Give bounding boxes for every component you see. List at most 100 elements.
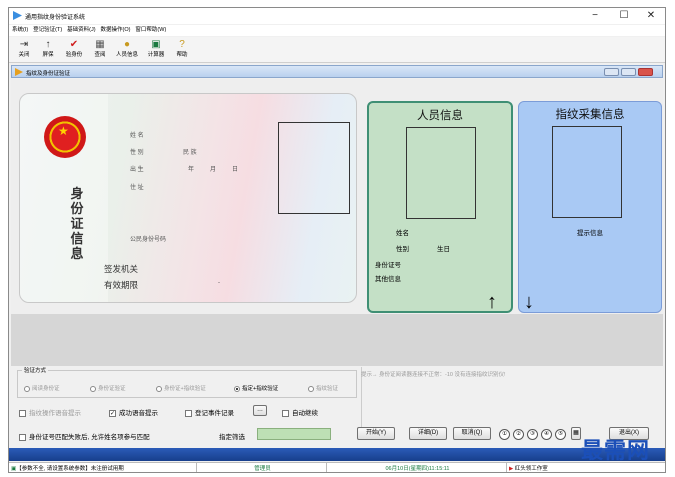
tool-label: 帮助	[176, 52, 188, 58]
name-label: 姓 名	[130, 133, 144, 139]
child-window-title: 指纹及身份证验证	[26, 71, 71, 77]
person-gender-label: 性别	[396, 246, 409, 253]
child-close-button[interactable]	[638, 68, 653, 76]
person-info-heading: 人员信息	[417, 108, 463, 122]
exit-icon: ⇥	[19, 39, 29, 50]
status-studio-text: 红头领工作室	[514, 466, 548, 472]
tool-label: 查阅	[94, 52, 106, 58]
menu-basic-data[interactable]: 基础资料(J)	[67, 25, 95, 36]
address-label: 住 址	[130, 185, 144, 191]
checkbox-label: 指纹操作语音提示	[29, 410, 81, 417]
minimize-button[interactable]: −	[583, 9, 607, 23]
gender-label: 性 别	[130, 150, 144, 156]
person-name-label: 姓名	[396, 230, 409, 237]
log-events-checkbox[interactable]: 登记事件记录	[185, 407, 234, 417]
help-tool-button[interactable]: ? 帮助	[171, 39, 193, 61]
specify-filter-input[interactable]	[257, 428, 331, 440]
fingerprint-image-frame	[552, 126, 622, 218]
auto-continue-checkbox[interactable]: 自动继续	[282, 407, 318, 417]
toolbar: ⇥ 关闭 ↑ 屏保 ✔ 验身份 ▦ 查阅 ● 人员信息 ▣ 计算器 ? 帮助	[9, 37, 665, 63]
id-card-panel: ★ 身份证信息 姓 名 性 别 民 族 出 生 年 月 日 住 址 公民身份号码…	[19, 93, 357, 303]
specify-filter-label: 指定筛选	[219, 434, 245, 441]
status-studio: ▶ 红头领工作室	[507, 463, 665, 472]
screensaver-icon: ↑	[45, 39, 51, 50]
child-window-icon	[15, 68, 23, 76]
menu-window-help[interactable]: 窗口帮助(W)	[135, 25, 166, 36]
id-card-title: 身份证信息	[70, 187, 84, 262]
menu-system[interactable]: 系统(I)	[12, 25, 28, 36]
verify-id-tool-button[interactable]: ✔ 验身份	[61, 39, 87, 61]
radio-fingerprint[interactable]: 指纹验证	[308, 384, 338, 392]
window-title: 通用指纹身份验证系统	[25, 15, 86, 21]
radio-specify-fingerprint[interactable]: 指定+指纹验证	[234, 384, 278, 392]
checkbox-label: 自动继续	[292, 410, 318, 417]
app-window: 通用指纹身份验证系统 − ☐ ✕ 系统(I) 登记验证(T) 基础资料(J) 数…	[8, 7, 666, 473]
id-photo-frame	[278, 122, 350, 214]
radio-read-id[interactable]: 阅读身份证	[24, 384, 60, 392]
radio-label: 阅读身份证	[32, 386, 60, 392]
slot-3-button[interactable]: ③	[527, 429, 538, 440]
slot-1-button[interactable]: ①	[499, 429, 510, 440]
radio-label: 身份证+指纹验证	[164, 386, 206, 392]
status-bar: ▣【参数不全, 请设置系统参数】未注册试用期 管理员 06月10日(星期四)11…	[9, 462, 665, 472]
status-params: ▣【参数不全, 请设置系统参数】未注册试用期	[9, 463, 197, 472]
screensaver-tool-button[interactable]: ↑ 屏保	[37, 39, 59, 61]
lookup-tool-button[interactable]: ▦ 查阅	[89, 39, 111, 61]
help-icon: ?	[179, 39, 185, 50]
slot-5-button[interactable]: ⑤	[555, 429, 566, 440]
cancel-button[interactable]: 取消(Q)	[453, 427, 491, 440]
radio-label: 身份证验证	[98, 386, 126, 392]
slot-2-button[interactable]: ②	[513, 429, 524, 440]
valid-period-label: 有效期限	[104, 280, 139, 290]
tool-label: 人员信息	[115, 52, 138, 58]
checkbox-label: 成功语音提示	[119, 410, 158, 417]
start-button[interactable]: 开始(Y)	[357, 427, 395, 440]
tool-label: 关闭	[18, 52, 30, 58]
status-user: 管理员	[197, 463, 327, 472]
radio-id-verify[interactable]: 身份证验证	[90, 384, 126, 392]
tool-label: 屏保	[42, 52, 54, 58]
grid-toggle-button[interactable]: ▦	[571, 427, 581, 440]
child-restore-button[interactable]	[621, 68, 636, 76]
grid-icon: ▦	[95, 39, 105, 50]
fingerprint-heading: 指纹采集信息	[555, 107, 625, 121]
voice-prompt-checkbox[interactable]: 指纹操作语音提示	[19, 407, 81, 417]
log-browse-button[interactable]: …	[253, 405, 267, 416]
menu-bar: 系统(I) 登记验证(T) 基础资料(J) 数据操作(O) 窗口帮助(W)	[9, 25, 665, 36]
radio-label: 指纹验证	[316, 386, 339, 392]
allow-name-match-checkbox[interactable]: 身份证号匹配失败后, 允许姓名项参与匹配	[19, 431, 150, 441]
close-button[interactable]: ✕	[639, 9, 663, 23]
menu-data-ops[interactable]: 数据操作(O)	[101, 25, 131, 36]
fingerprint-hint-label: 提示信息	[577, 230, 603, 237]
checkbox-label: 身份证号匹配失败后, 允许姓名项参与匹配	[29, 434, 150, 441]
calculator-tool-button[interactable]: ▣ 计算器	[143, 39, 169, 61]
menu-register-verify[interactable]: 登记验证(T)	[33, 25, 62, 36]
verify-mode-legend: 验证方式	[22, 366, 49, 374]
radio-id-fingerprint[interactable]: 身份证+指纹验证	[156, 384, 206, 392]
maximize-button[interactable]: ☐	[612, 9, 636, 23]
fingerprint-panel: 指纹采集信息 提示信息	[518, 101, 662, 313]
day-label: 日	[232, 167, 239, 173]
radio-label: 指定+指纹验证	[242, 386, 279, 392]
arrow-down-icon: ↓	[524, 291, 534, 313]
child-minimize-button[interactable]	[604, 68, 619, 76]
person-other-label: 其他信息	[375, 276, 401, 283]
tool-label: 计算器	[147, 52, 165, 58]
month-label: 月	[210, 167, 217, 173]
close-tool-button[interactable]: ⇥ 关闭	[13, 39, 35, 61]
slot-4-button[interactable]: ④	[541, 429, 552, 440]
success-voice-checkbox[interactable]: ✓ 成功语音提示	[109, 407, 158, 417]
checkbox-label: 登记事件记录	[195, 410, 234, 417]
issuer-label: 签发机关	[104, 264, 139, 274]
calculator-icon: ▣	[151, 39, 161, 50]
title-bar: 通用指纹身份验证系统 − ☐ ✕	[9, 8, 665, 24]
status-params-text: 【参数不全, 请设置系统参数】未注册试用期	[16, 466, 124, 472]
detail-button[interactable]: 详细(D)	[409, 427, 447, 440]
task-bar	[9, 448, 665, 461]
status-datetime: 06月10日(星期四)11:15:11	[327, 463, 507, 472]
birth-label: 出 生	[130, 167, 144, 173]
personnel-tool-button[interactable]: ● 人员信息	[113, 39, 141, 61]
ethnic-label: 民 族	[183, 150, 197, 156]
app-logo-icon	[13, 11, 22, 20]
child-window-titlebar: 指纹及身份证验证	[11, 65, 663, 78]
